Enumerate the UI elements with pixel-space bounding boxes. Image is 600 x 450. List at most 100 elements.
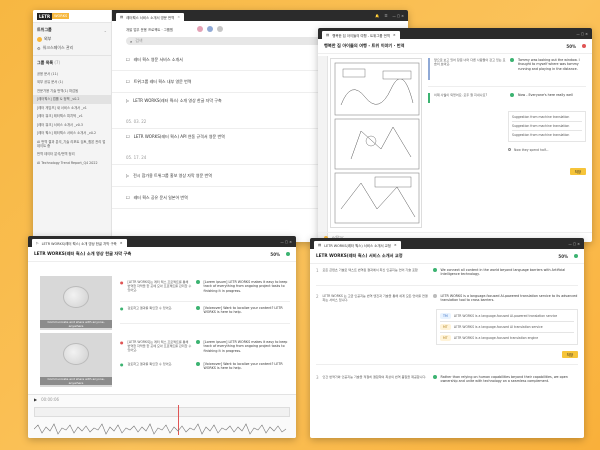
subtitle-track[interactable] [34, 407, 290, 417]
suggestion-item[interactable]: Suggestion from machine translation [512, 115, 582, 119]
group-item[interactable]: 번역 데이터 분석/번역 정리 [33, 150, 111, 158]
sidebar: LETR WORKS 트위그룹 ⌄ 외부 ⚙ 워크스페이스 관리 그룹 목록 (… [33, 10, 112, 242]
group-item[interactable]: [레터 게임즈] 새 서비스 소개서 _v1 [33, 104, 111, 112]
suggestion-item[interactable]: LETR WORKS is a language-focused AI-powe… [454, 314, 557, 318]
comic-page [330, 58, 422, 228]
page-title: 행복한 집 아이들의 여행 - 트위 이야기 · 번역 [324, 43, 405, 48]
source-text: [LETR WORKS]는 레터 웍스 프로젝트를 통해 번역한 자막을 한 곳… [127, 280, 192, 293]
avatar[interactable] [197, 26, 204, 32]
confirmed-icon[interactable] [195, 306, 200, 310]
target-text[interactable]: [Voiceover] Want to localize your conten… [204, 306, 291, 315]
suggestion-item[interactable]: Suggestion from machine translation [512, 124, 582, 128]
comic-drawing [334, 62, 420, 224]
video-frame[interactable]: Communicate and share with anyone, anywh… [40, 276, 112, 330]
workspace-link[interactable]: 워크스페이스 관리 [43, 45, 74, 51]
target-text[interactable]: [Lorem ipsum] LETR WORKS makes it easy t… [204, 340, 291, 353]
radio-icon[interactable] [508, 148, 511, 152]
notification-icon[interactable]: 🔔 [375, 14, 379, 18]
subtitle-list: ● [LETR WORKS]는 레터 웍스 프로젝트를 통해 번역한 자막을 한… [120, 280, 290, 374]
window-controls[interactable]: — ▢ × [392, 14, 404, 18]
save-button[interactable]: 저장 [561, 350, 578, 358]
segment-row[interactable]: 1 모든 콘텐츠 기술로 텍스트 번역된 결과에서 최신 인공지능 언어 기술 … [316, 268, 578, 286]
group-item[interactable]: [레터 워크] 서비스 소개서 _v0.3 [33, 121, 111, 129]
confirmed-icon[interactable] [510, 58, 514, 62]
group-item[interactable]: AI 번역 결과 분석_기술 리포트 검토_합본 관리 업데이트 중 [33, 138, 111, 151]
avatar[interactable] [207, 26, 214, 32]
editor-header: LETR WORKS(레터 웍스) 서비스 소개서 교정 50% [310, 249, 584, 264]
tab-active[interactable]: ▤ 행복한 집 아이들의 여행 - 트위그룹 번역 × [322, 31, 400, 39]
suggestion-item[interactable]: LETR WORKS is a language-focused AI tran… [454, 325, 543, 329]
confirmed-icon[interactable] [195, 362, 200, 366]
source-text: 앞으로 보고 있어 창문 너머 다른 사람들이 걷고 있는 모습이 보여요. [434, 58, 506, 67]
group-item-active[interactable]: [레터웍스] 법률 & 정책 _v0.2 [33, 95, 111, 104]
group-item[interactable]: [레터 웍스] 레터웍스 서비스 소개서 _v0.2 [33, 129, 111, 137]
segment-row-active[interactable]: 이제 사월이 되었어요. 모두 잘 지내나요? Now - Everyone's… [428, 87, 586, 103]
progress-percent: 50% [566, 43, 576, 49]
target-text[interactable]: Now - Everyone's here really well [518, 93, 586, 97]
save-button[interactable]: 저장 [569, 167, 586, 175]
video-frame[interactable]: Communicate and share with anyone, anywh… [40, 333, 112, 387]
play-icon[interactable]: ▶ [34, 397, 37, 402]
group-list: 공용 문서 (11) 외부 공유 문서 (1) 전문가용 기술 번역(1) 마감… [33, 70, 111, 167]
group-item[interactable]: 전문가용 기술 번역(1) 마감됨 [33, 87, 111, 95]
subtitle-row[interactable]: ● 검토하고 결과를 확인할 수 있어요. [Voiceover] Want t… [120, 302, 290, 324]
segment-number: 2 [316, 293, 319, 299]
segment-row-active[interactable]: 2 LETR WORKS 는 고급 인공지능 번역 엔진과 기술을 통해 세계 … [316, 286, 578, 303]
menu-icon[interactable]: ☰ [384, 14, 387, 18]
source-text: 검토하고 결과를 확인할 수 있어요. [127, 362, 173, 366]
tab-active[interactable]: ▤ 레터웍스 서비스 소개서 영문 번역 × [116, 13, 185, 21]
confirmed-icon[interactable] [432, 374, 437, 379]
workspace-icon: ⚙ [37, 45, 41, 51]
segment-row[interactable]: 앞으로 보고 있어 창문 너머 다른 사람들이 걷고 있는 모습이 보여요. T… [428, 58, 586, 87]
suggestion-item[interactable]: Suggestion from machine translation [512, 133, 582, 137]
segment-marker [428, 58, 430, 80]
avatar[interactable] [217, 26, 224, 32]
target-text[interactable]: [Lorem ipsum] LETR WORKS makes it easy t… [204, 280, 291, 293]
segment-row[interactable]: 3 인간 번역가와 인공지능 기술을 적절히 결합하여 최상의 번역 품질을 제… [316, 363, 578, 384]
progress-percent: 50% [558, 253, 568, 259]
breadcrumb: 개발 업무 운용 프로젝트 · 그룹원 [126, 27, 174, 32]
tab-active[interactable]: ▤ LETR WORKS(레터 웍스) 서비스 소개서 교정 × [314, 241, 401, 249]
source-text: 검토하고 결과를 확인할 수 있어요. [127, 306, 173, 310]
subtitle-row[interactable]: ● [LETR WORKS]는 레터 웍스 프로젝트를 통해 번역한 자막을 한… [120, 280, 290, 302]
target-text[interactable]: Tommy was looking out the window. I thou… [518, 58, 586, 71]
group-item[interactable]: AI Technology Trend Report_Q4 2022 [33, 159, 111, 167]
group-section-label: 트위그룹 [37, 27, 52, 32]
editor-header: 행복한 집 아이들의 여행 - 트위 이야기 · 번역 50% [318, 39, 592, 54]
group-item[interactable]: [레터 워크] 레터웍스 피치덱 _v1 [33, 112, 111, 120]
page-thumbnails[interactable] [318, 56, 328, 242]
target-text[interactable]: We connect all content in the world beyo… [441, 268, 578, 277]
tm-badge: TM [440, 312, 451, 319]
target-text[interactable]: [Voiceover] Want to localize your conten… [204, 362, 291, 371]
tab-active[interactable]: ▷ LETR WORKS(레터 웍스) 소개 영상 한글 자막 구축 × [32, 239, 127, 247]
subtitle-row[interactable]: ● [LETR WORKS]는 레터 웍스 프로젝트를 통해 번역한 자막을 한… [120, 330, 291, 353]
avatar[interactable] [37, 36, 42, 42]
doc-icon: ☐ [126, 195, 130, 200]
target-text[interactable]: Rather than relying on human capabilitie… [441, 375, 578, 384]
confirmed-icon[interactable] [510, 93, 514, 97]
window-controls[interactable]: — ▢ × [576, 32, 588, 36]
logo[interactable]: LETR WORKS [33, 10, 111, 23]
confirmed-icon[interactable] [195, 340, 200, 344]
mt-badge: MT [440, 323, 451, 330]
item-date: 05. 17. 24 [126, 155, 147, 160]
target-text[interactable]: LETR WORKS is a language-focused AI-powe… [441, 294, 578, 303]
confirmed-icon[interactable] [195, 280, 200, 284]
group-list-header: 그룹 목록 (7) [33, 56, 111, 70]
item-date: 05. 03. 22 [126, 119, 147, 124]
confirmed-icon[interactable] [432, 268, 437, 272]
chevron-down-icon[interactable]: ⌄ [104, 28, 107, 33]
segment-number: 3 [316, 374, 319, 380]
suggestion-item[interactable]: LETR WORKS is a language-focused transla… [454, 336, 538, 340]
window-controls[interactable]: — ▢ × [568, 242, 580, 246]
group-item[interactable]: 공용 문서 (11) [33, 70, 111, 78]
pending-icon[interactable] [432, 293, 437, 298]
search-input[interactable]: 검색 [135, 38, 142, 44]
timeline[interactable]: ▶ 00:00:06 [28, 394, 296, 438]
group-item[interactable]: 외부 공유 문서 (1) [33, 78, 111, 86]
doc-icon: ☐ [126, 79, 130, 84]
doc-icon: ☐ [126, 134, 130, 139]
subtitle-row[interactable]: ● 검토하고 결과를 확인할 수 있어요. [Voiceover] Want t… [120, 352, 290, 374]
window-controls[interactable]: — ▢ × [280, 240, 292, 244]
ok-icon: ● [120, 362, 124, 367]
